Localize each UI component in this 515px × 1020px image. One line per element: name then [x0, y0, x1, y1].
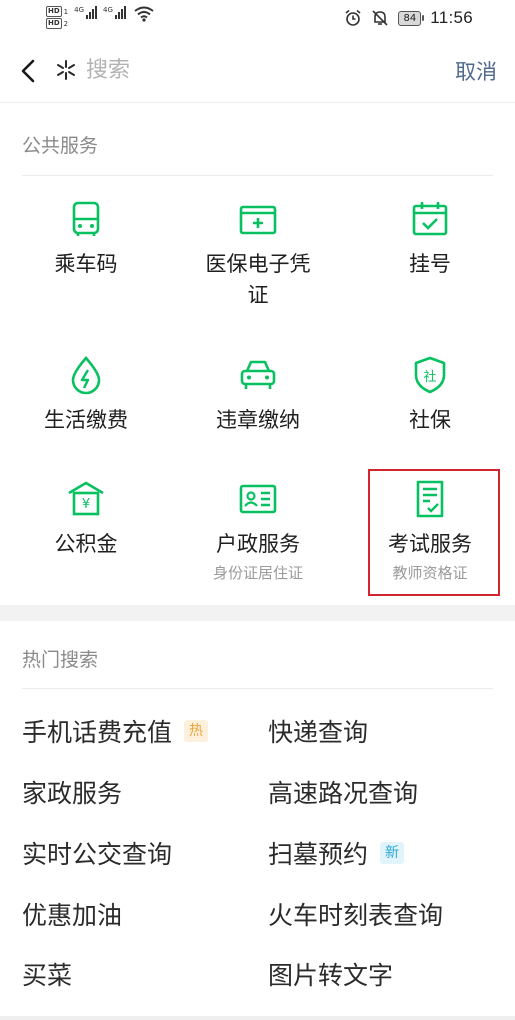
medical-card-icon	[239, 205, 277, 235]
status-bar-left: HD 1 HD 2 4G 4G	[46, 6, 154, 29]
service-label: 户政服务	[216, 532, 300, 556]
service-sublabel: 身份证居住证	[212, 564, 303, 582]
search-icon	[57, 60, 75, 80]
new-badge: 新	[380, 842, 405, 864]
hd-sim-number: 1	[63, 7, 69, 16]
signal-icon: 4G	[103, 6, 126, 19]
section-divider	[22, 688, 493, 689]
hot-search-label: 家政服务	[22, 779, 123, 808]
svg-text:社: 社	[423, 369, 436, 385]
section-title: 公共服务	[22, 135, 99, 157]
network-type-label: 4G	[74, 6, 85, 14]
clock: 11:56	[430, 8, 473, 27]
service-item-bus-code[interactable]: 乘车码	[0, 199, 172, 280]
search-input[interactable]	[86, 52, 386, 88]
bus-icon	[72, 201, 100, 236]
hot-search-item[interactable]: 手机话费充值 热	[22, 713, 209, 749]
hot-search-item[interactable]: 高速路况查询	[268, 774, 418, 810]
hot-search-item[interactable]: 扫墓预约 新	[268, 835, 405, 871]
hd-badge: HD	[46, 6, 62, 17]
alarm-icon	[345, 9, 361, 26]
hot-search-item[interactable]: 实时公交查询	[22, 835, 172, 871]
hot-search-label: 买菜	[22, 961, 73, 990]
highlight-box	[368, 469, 500, 596]
hd-sim-number: 2	[63, 19, 69, 28]
svg-text:¥: ¥	[82, 497, 90, 512]
service-item-utility-payment[interactable]: 生活缴费	[0, 355, 172, 436]
mute-bell-icon	[372, 10, 389, 26]
service-item-housing-fund[interactable]: ¥ 公积金	[0, 479, 172, 560]
service-label: 社保	[409, 408, 451, 432]
hd-badge: HD	[46, 18, 62, 29]
utility-drop-icon	[71, 356, 101, 395]
service-item-traffic-fine[interactable]: 违章缴纳	[172, 355, 344, 436]
service-label: 公积金	[54, 532, 118, 556]
service-label: 乘车码	[54, 252, 118, 276]
social-security-shield-icon: 社	[414, 356, 446, 394]
hot-search-section: 热门搜索 手机话费充值 热 快递查询 家政服务 高速路况查询 实时公交查询 扫墓…	[0, 621, 515, 1020]
section-divider	[22, 175, 493, 176]
network-type-label: 4G	[103, 6, 113, 14]
hot-search-label: 优惠加油	[22, 901, 123, 930]
section-title: 热门搜索	[22, 649, 99, 671]
status-bar: HD 1 HD 2 4G 4G 84 11:56	[0, 0, 515, 38]
calendar-check-icon	[412, 202, 448, 236]
id-card-icon	[239, 484, 277, 514]
service-item-household-affairs[interactable]: 户政服务 身份证居住证	[172, 479, 344, 583]
search-header: 取消	[0, 40, 515, 103]
public-services-section: 公共服务 乘车码 医保电子凭证 挂号 生活缴费 违章缴纳 社 社保 ¥ 公积金 …	[0, 103, 515, 605]
service-label: 医保电子凭证	[205, 252, 311, 307]
hot-search-item[interactable]: 买菜	[22, 956, 72, 992]
bottom-edge	[0, 1016, 515, 1020]
service-item-social-security[interactable]: 社 社保	[344, 355, 515, 436]
hot-search-label: 手机话费充值	[22, 718, 173, 747]
battery-indicator: 84	[398, 10, 424, 26]
section-separator	[0, 605, 515, 621]
status-bar-right: 84 11:56	[344, 8, 473, 28]
hot-search-label: 高速路况查询	[268, 779, 419, 808]
hot-search-item[interactable]: 图片转文字	[268, 956, 393, 992]
hot-search-label: 实时公交查询	[22, 840, 173, 869]
hot-search-item[interactable]: 优惠加油	[22, 896, 122, 932]
hot-badge: 热	[184, 720, 209, 742]
service-item-registration[interactable]: 挂号	[344, 199, 515, 280]
service-item-medical-insurance[interactable]: 医保电子凭证	[172, 199, 344, 311]
hot-search-item[interactable]: 火车时刻表查询	[268, 896, 443, 932]
wifi-icon	[134, 6, 154, 22]
hot-search-label: 图片转文字	[268, 961, 394, 990]
hot-search-label: 快递查询	[268, 718, 369, 747]
hot-search-item[interactable]: 家政服务	[22, 774, 122, 810]
hd-indicators: HD 1 HD 2	[46, 6, 68, 29]
back-arrow-icon[interactable]	[14, 54, 44, 88]
housing-fund-icon: ¥	[68, 481, 104, 516]
hot-search-label: 火车时刻表查询	[268, 901, 444, 930]
service-label: 生活缴费	[44, 408, 128, 432]
cancel-button[interactable]: 取消	[455, 56, 497, 86]
car-icon	[240, 360, 276, 389]
hot-search-item[interactable]: 快递查询	[268, 713, 368, 749]
hot-search-label: 扫墓预约	[268, 840, 369, 869]
service-label: 违章缴纳	[216, 408, 300, 432]
service-label: 挂号	[409, 252, 451, 276]
signal-icon: 4G	[74, 6, 98, 19]
